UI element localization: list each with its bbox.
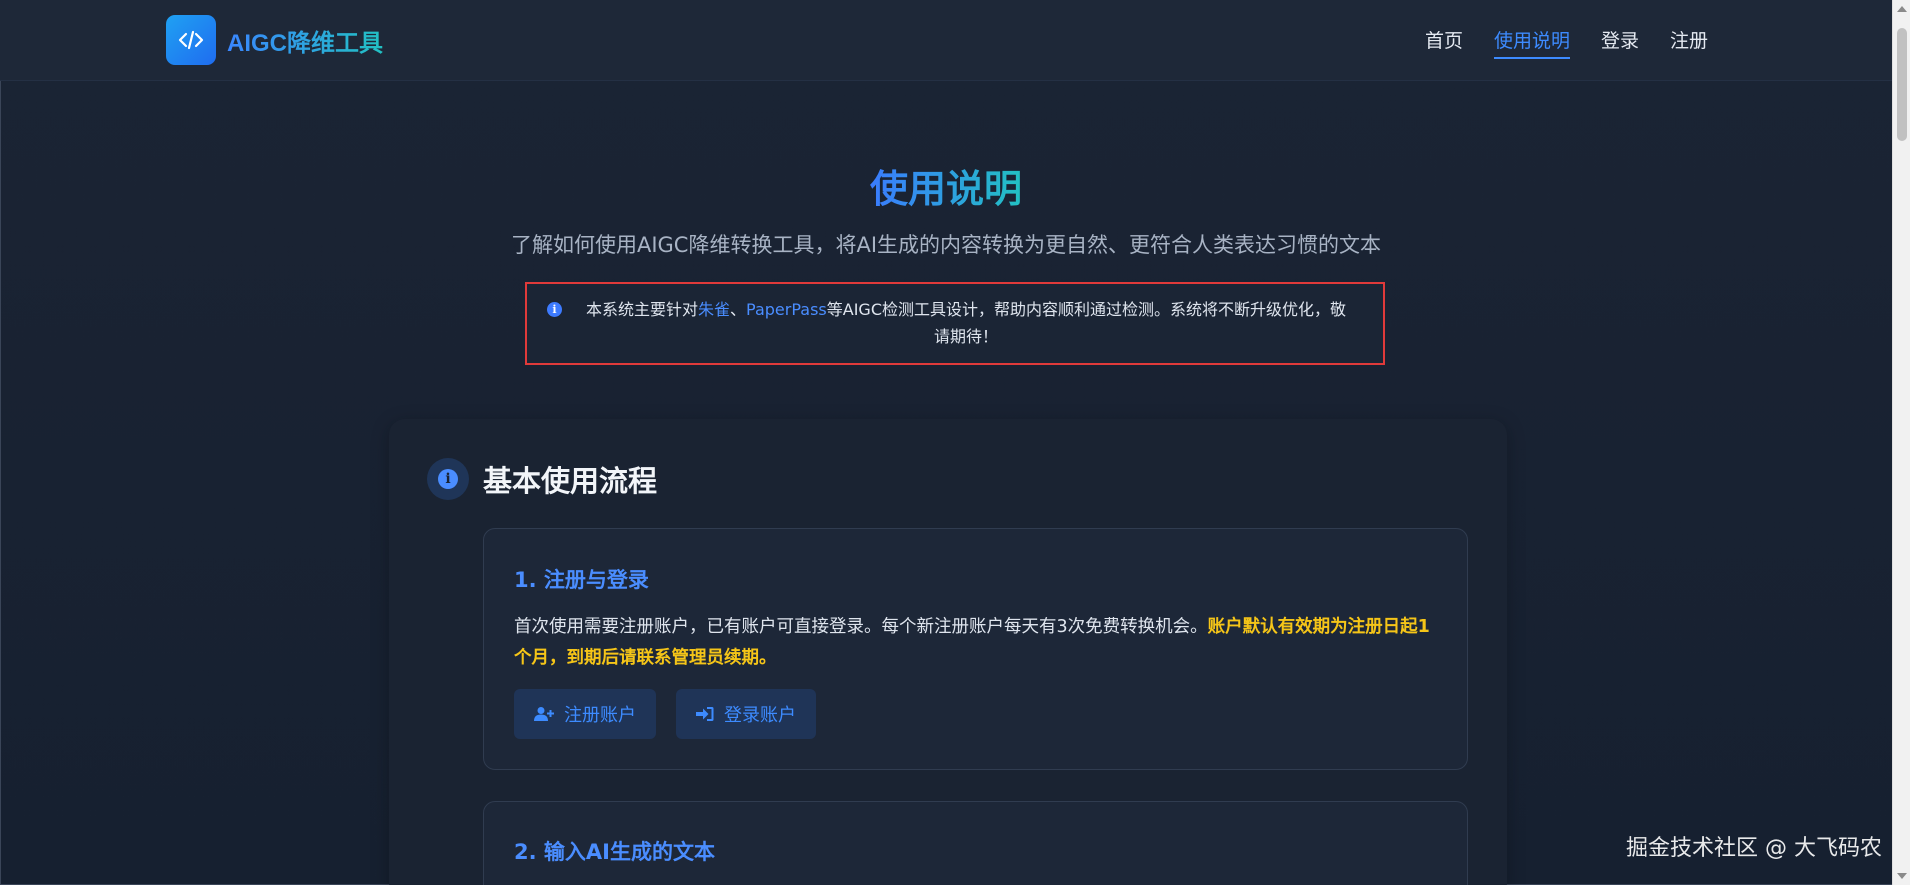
page-title: 使用说明 [0, 158, 1892, 213]
vertical-scrollbar[interactable] [1892, 0, 1910, 885]
notice-banner: i 本系统主要针对朱雀、PaperPass等AIGC检测工具设计，帮助内容顺利通… [525, 282, 1385, 365]
brand[interactable]: AIGC降维工具 [166, 15, 383, 65]
nav-link-home[interactable]: 首页 [1425, 26, 1463, 59]
notice-text-after: 等AIGC检测工具设计，帮助内容顺利通过检测。系统将不断升级优化，敬请期待！ [826, 300, 1346, 346]
step-input-text: 2. 输入AI生成的文本 [483, 801, 1468, 885]
page-subtitle: 了解如何使用AIGC降维转换工具，将AI生成的内容转换为更自然、更符合人类表达习… [510, 233, 1382, 257]
notice-text: 本系统主要针对朱雀、PaperPass等AIGC检测工具设计，帮助内容顺利通过检… [579, 296, 1353, 350]
step-title: 2. 输入AI生成的文本 [514, 840, 715, 864]
info-icon: i [547, 302, 562, 317]
user-plus-icon [534, 707, 554, 721]
notice-highlight-zhuque: 朱雀 [698, 300, 731, 319]
step-buttons: 注册账户 登录账户 [514, 689, 836, 739]
notice-separator: 、 [730, 300, 747, 319]
nav-links: 首页 使用说明 登录 注册 [1394, 26, 1708, 59]
step-register-login: 1. 注册与登录 首次使用需要注册账户，已有账户可直接登录。每个新注册账户每天有… [483, 528, 1468, 770]
nav-link-usage[interactable]: 使用说明 [1493, 26, 1570, 59]
scrollbar-thumb[interactable] [1897, 28, 1907, 141]
notice-text-before: 本系统主要针对 [585, 300, 698, 319]
nav-link-register[interactable]: 注册 [1670, 26, 1708, 59]
navbar: AIGC降维工具 首页 使用说明 登录 注册 [0, 0, 1892, 81]
login-account-button[interactable]: 登录账户 [676, 689, 816, 739]
notice-highlight-paperpass: PaperPass [746, 300, 827, 319]
scroll-down-arrow-icon[interactable] [1897, 873, 1907, 879]
login-account-label: 登录账户 [724, 705, 796, 726]
step-title: 1. 注册与登录 [514, 568, 649, 592]
sign-in-icon [696, 707, 714, 721]
code-icon [166, 15, 216, 65]
watermark: 掘金技术社区 @ 大飞码农 [1626, 836, 1882, 861]
card-header: i 基本使用流程 [427, 458, 657, 500]
page-title-text: 使用说明 [869, 169, 1022, 211]
brand-title: AIGC降维工具 [227, 23, 383, 58]
scroll-up-arrow-icon[interactable] [1897, 6, 1907, 12]
nav-link-login[interactable]: 登录 [1601, 26, 1639, 59]
usage-flow-card: i 基本使用流程 1. 注册与登录 首次使用需要注册账户，已有账户可直接登录。每… [389, 419, 1507, 885]
register-account-label: 注册账户 [564, 705, 636, 726]
register-account-button[interactable]: 注册账户 [514, 689, 656, 739]
info-icon: i [427, 458, 469, 500]
card-title: 基本使用流程 [483, 464, 658, 498]
step-description: 首次使用需要注册账户，已有账户可直接登录。每个新注册账户每天有3次免费转换机会。… [514, 612, 1439, 674]
step-description-text: 首次使用需要注册账户，已有账户可直接登录。每个新注册账户每天有3次免费转换机会。 [514, 617, 1208, 637]
